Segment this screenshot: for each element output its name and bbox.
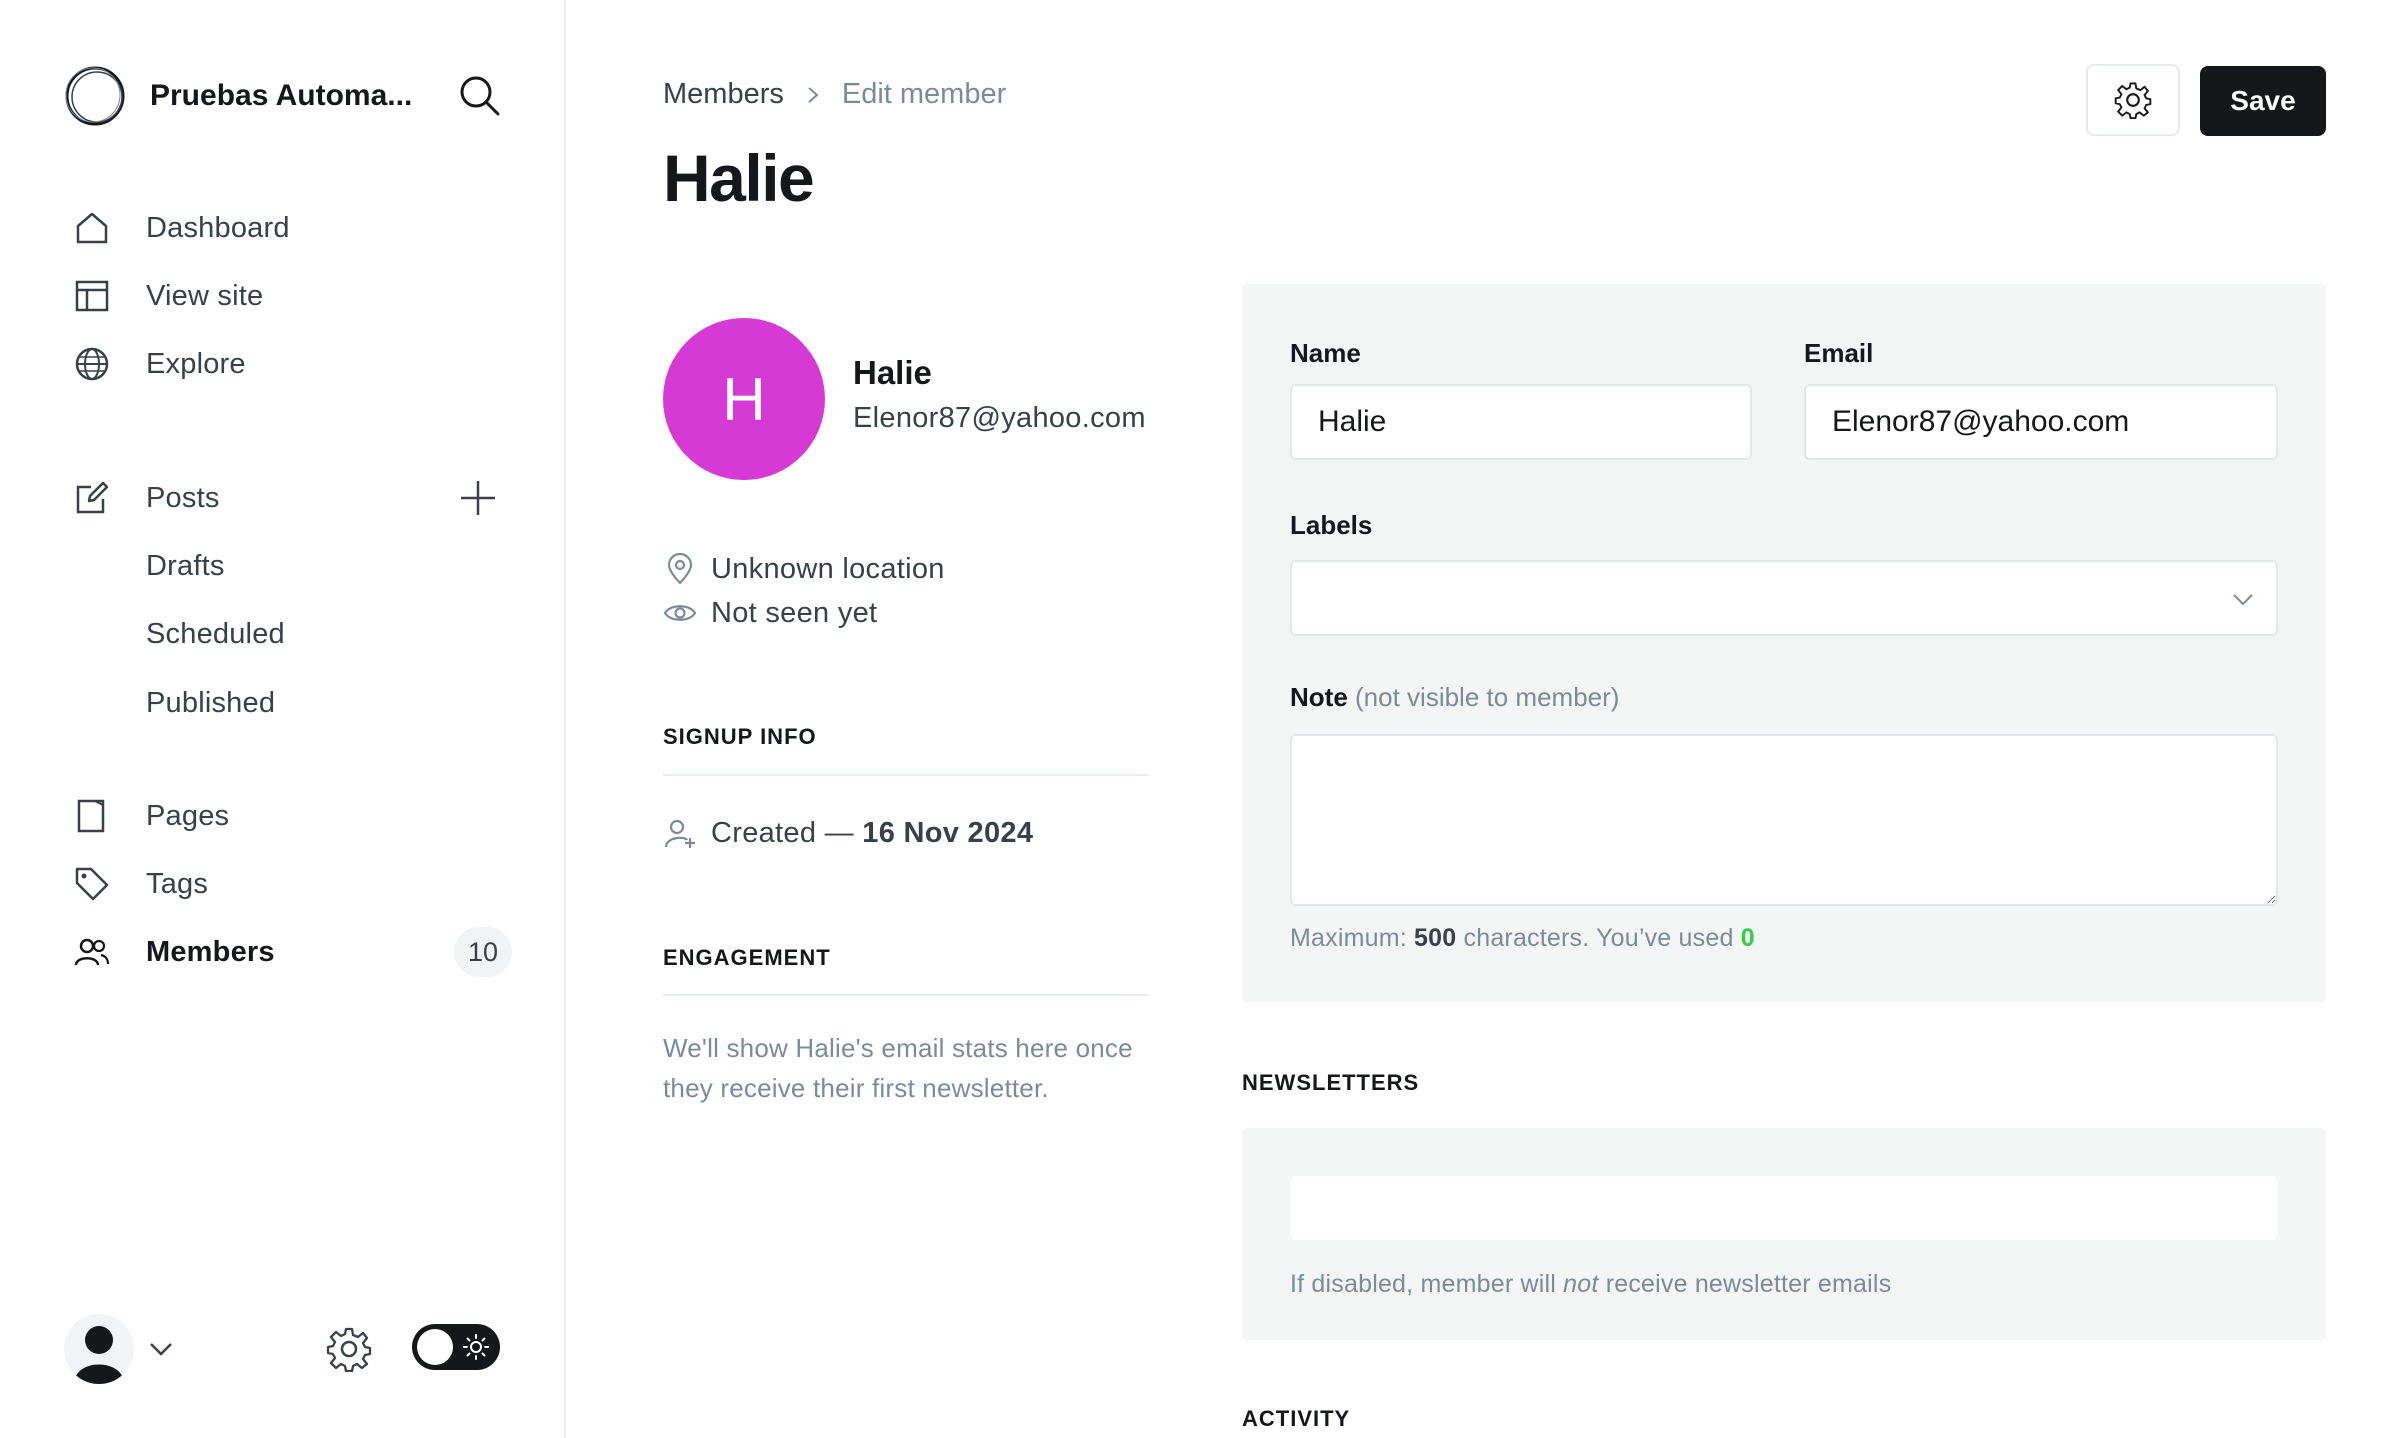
member-form: Name Email Labels Note (not visible to m…	[1242, 284, 2326, 1002]
sidebar-item-label: Scheduled	[146, 617, 285, 650]
engagement-text: We'll show Halie's email stats here once…	[663, 1033, 1133, 1103]
created-text: Created — 16 Nov 2024	[711, 817, 1033, 850]
newsletters-heading: NEWSLETTERS	[1242, 1070, 1420, 1095]
sidebar-item-label: Members	[146, 935, 275, 968]
created-info: Created — 16 Nov 2024	[663, 812, 1033, 854]
sun-icon	[463, 1334, 489, 1360]
newsletter-help-text: If disabled, member will not receive new…	[1290, 1270, 1891, 1299]
user-icon	[74, 1326, 124, 1384]
sidebar-item-label: Posts	[146, 481, 220, 514]
used-count: 0	[1740, 924, 1755, 952]
chevron-down-icon	[2233, 594, 2253, 606]
sidebar-item-label: Pages	[146, 799, 230, 832]
sidebar-item-label: Explore	[146, 347, 246, 380]
page-icon	[72, 796, 112, 836]
chevron-right-icon	[808, 86, 819, 103]
main-content: Members Edit member Halie Save H Halie E…	[566, 0, 2400, 1438]
labels-select[interactable]	[1290, 560, 2278, 636]
user-add-icon	[664, 819, 695, 848]
members-count-badge: 10	[454, 927, 512, 977]
max-prefix: Maximum:	[1290, 924, 1407, 952]
layout-icon	[72, 276, 112, 316]
sidebar-item-members[interactable]: Members 10	[72, 924, 512, 980]
search-icon[interactable]	[456, 72, 504, 120]
gear-icon	[2114, 82, 2152, 119]
sidebar-item-label: Tags	[146, 867, 209, 900]
breadcrumb: Members Edit member	[663, 78, 1006, 111]
signup-info-heading: SIGNUP INFO	[663, 724, 817, 749]
chevron-down-icon[interactable]	[146, 1334, 176, 1364]
member-avatar: H	[663, 318, 825, 480]
engagement-heading: ENGAGEMENT	[663, 945, 831, 970]
created-prefix: Created —	[711, 816, 854, 849]
save-button[interactable]: Save	[2200, 66, 2326, 136]
newsletters-card: If disabled, member will not receive new…	[1242, 1128, 2326, 1340]
member-email: Elenor87@yahoo.com	[853, 402, 1146, 434]
sidebar-item-explore[interactable]: Explore	[72, 336, 512, 392]
created-date: 16 Nov 2024	[862, 816, 1034, 849]
activity-heading: ACTIVITY	[1242, 1406, 1351, 1431]
last-seen-text: Not seen yet	[711, 596, 878, 629]
theme-toggle[interactable]	[412, 1324, 500, 1370]
page-title: Halie	[663, 141, 815, 215]
toggle-knob	[417, 1329, 453, 1365]
name-input[interactable]	[1290, 384, 1752, 460]
divider	[663, 994, 1149, 996]
globe-icon	[72, 344, 112, 384]
member-location: Unknown location	[663, 549, 945, 589]
members-icon	[72, 932, 112, 972]
max-middle: characters. You’ve used	[1463, 924, 1734, 952]
max-count: 500	[1414, 924, 1457, 952]
member-last-seen: Not seen yet	[663, 593, 877, 633]
note-textarea[interactable]	[1290, 734, 2278, 906]
email-input[interactable]	[1804, 384, 2278, 460]
sidebar-item-posts[interactable]: Posts	[72, 470, 512, 526]
labels-label: Labels	[1290, 510, 1373, 540]
email-label: Email	[1804, 338, 1874, 368]
location-pin-icon	[667, 552, 693, 585]
site-name[interactable]: Pruebas Automa...	[150, 79, 412, 113]
help-after: receive newsletter emails	[1605, 1270, 1892, 1298]
sidebar-item-dashboard[interactable]: Dashboard	[72, 200, 512, 256]
sidebar-item-label: Dashboard	[146, 211, 290, 244]
breadcrumb-members-link[interactable]: Members	[663, 78, 784, 111]
location-text: Unknown location	[711, 552, 945, 585]
plus-icon[interactable]	[458, 478, 498, 518]
sidebar-item-view-site[interactable]: View site	[72, 268, 512, 324]
user-avatar[interactable]	[64, 1314, 134, 1384]
settings-gear-icon[interactable]	[326, 1326, 372, 1372]
note-label-text: Note	[1290, 682, 1348, 712]
sidebar-item-drafts[interactable]: Drafts	[72, 538, 512, 594]
breadcrumb-current: Edit member	[841, 78, 1007, 110]
sidebar-item-tags[interactable]: Tags	[72, 856, 512, 912]
member-settings-button[interactable]	[2086, 64, 2180, 136]
home-icon	[72, 208, 112, 248]
newsletter-row[interactable]	[1290, 1176, 2278, 1240]
site-logo-icon[interactable]	[64, 65, 126, 127]
member-initial: H	[722, 365, 766, 433]
eye-icon	[663, 605, 697, 621]
edit-icon	[72, 478, 112, 518]
note-char-count: Maximum: 500 characters. You’ve used 0	[1290, 924, 1755, 953]
help-before: If disabled, member will	[1290, 1270, 1557, 1298]
sidebar-item-label: Published	[146, 686, 276, 719]
sidebar-item-scheduled[interactable]: Scheduled	[72, 606, 512, 662]
sidebar-footer	[64, 1314, 504, 1386]
name-label: Name	[1290, 338, 1361, 368]
sidebar-item-pages[interactable]: Pages	[72, 788, 512, 844]
site-brand: Pruebas Automa...	[64, 64, 504, 128]
sidebar-item-published[interactable]: Published	[72, 675, 512, 731]
tag-icon	[72, 864, 112, 904]
divider	[663, 774, 1149, 776]
sidebar: Pruebas Automa... Dashboard View site Ex…	[0, 0, 566, 1438]
sidebar-item-label: View site	[146, 279, 264, 312]
note-label-hint: (not visible to member)	[1355, 682, 1620, 712]
note-label: Note (not visible to member)	[1290, 682, 1619, 713]
sidebar-item-label: Drafts	[146, 549, 225, 582]
member-name: Halie	[853, 354, 932, 391]
help-emphasis: not	[1563, 1270, 1599, 1298]
